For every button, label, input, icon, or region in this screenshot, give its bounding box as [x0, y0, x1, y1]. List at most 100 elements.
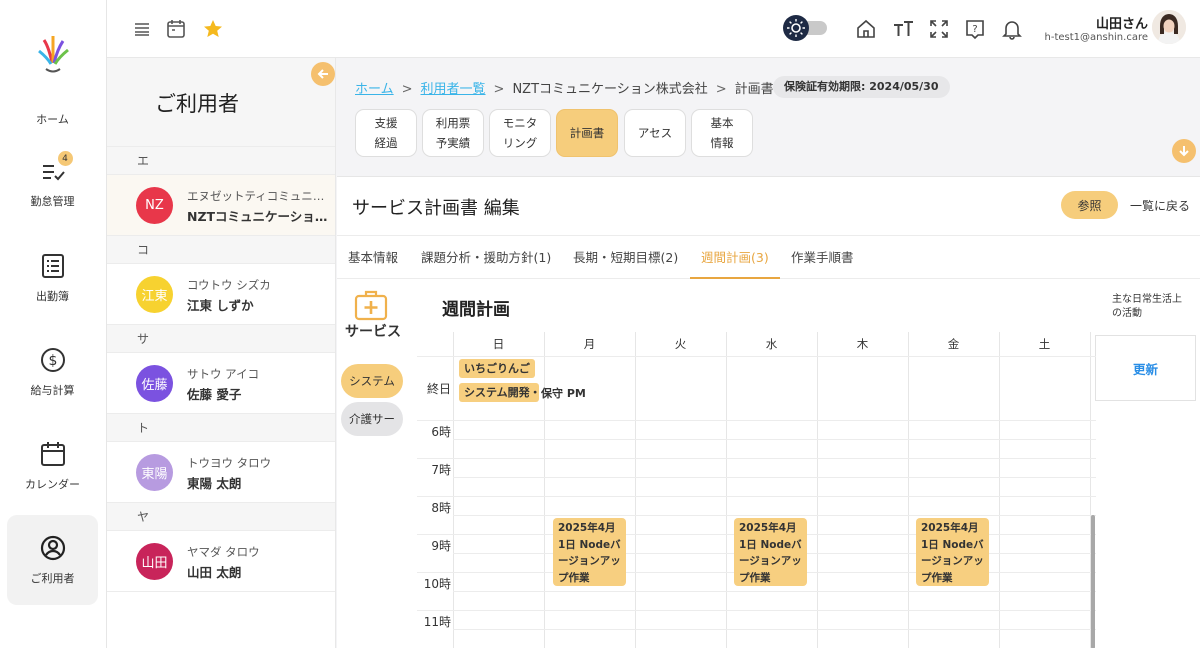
day-header: 火: [674, 337, 687, 351]
user-name: 山田さん: [1095, 17, 1148, 32]
calendar-scrollbar[interactable]: [1091, 515, 1095, 648]
grid-line: [453, 515, 1096, 516]
tab-goals[interactable]: 長期・短期目標(2): [573, 236, 678, 279]
nav-item-calendar[interactable]: カレンダー: [7, 421, 98, 511]
collapse-left-button[interactable]: [311, 62, 335, 86]
hour-label: 6時: [431, 425, 451, 439]
day-header: 金: [947, 337, 960, 351]
first-aid-kit-icon: [354, 289, 388, 321]
grid-line: [417, 356, 1096, 357]
tab-basic-info[interactable]: 基本情報: [348, 236, 398, 279]
page-title: サービス計画書 編集: [352, 198, 520, 219]
update-button[interactable]: 更新: [1095, 335, 1196, 401]
doc-tab-support-record[interactable]: 支援 経過: [355, 109, 417, 157]
plan-editor-card: サービス計画書 編集 参照 一覧に戻る 基本情報 課題分析・援助方針(1) 長期…: [337, 176, 1200, 648]
nav-item-attendance[interactable]: 4 勤怠管理: [7, 138, 98, 228]
daily-activities-label: 主な日常生活上の活動: [1112, 294, 1182, 319]
nav-item-home[interactable]: ホーム: [7, 56, 98, 146]
menu-icon[interactable]: [131, 18, 153, 40]
client-row[interactable]: NZ エヌゼットティコミュニケーション NZTコミュニケーション株式会社: [107, 175, 335, 236]
service-system-button[interactable]: システム: [341, 364, 403, 398]
home-icon[interactable]: [855, 18, 877, 40]
hour-label: 10時: [423, 577, 451, 591]
calendar-event[interactable]: 2025年4月1日 Nodeバージョンアップ作業: [916, 518, 989, 586]
doc-tab-assessment[interactable]: アセス: [624, 109, 686, 157]
tab-issue-analysis[interactable]: 課題分析・援助方針(1): [421, 236, 551, 279]
allday-label: 終日: [426, 382, 451, 396]
bell-icon[interactable]: [1001, 18, 1023, 40]
grid-line: [999, 332, 1000, 648]
help-icon[interactable]: ?: [964, 18, 986, 40]
section-header: エ: [107, 147, 335, 175]
attendance-badge: 4: [57, 151, 73, 166]
breadcrumb: ホーム > 利用者一覧 > NZTコミュニケーション株式会社 > 計画書: [355, 82, 774, 97]
nav-item-payroll[interactable]: $ 給与計算: [7, 327, 98, 417]
svg-text:?: ?: [972, 24, 977, 35]
tab-weekly-plan[interactable]: 週間計画(3): [690, 236, 780, 279]
doc-tab-monitoring[interactable]: モニタ リング: [489, 109, 551, 157]
client-kana: コウトウ シズカ: [187, 278, 271, 292]
client-row[interactable]: 東陽 トウヨウ タロウ 東陽 太朗: [107, 442, 335, 503]
arrow-down-icon: [1179, 146, 1189, 157]
arrow-left-icon: [317, 69, 328, 79]
client-name: 佐藤 愛子: [187, 387, 242, 402]
client-name: 江東 しずか: [187, 298, 254, 313]
user-email: h-test1@anshin.care: [1044, 32, 1149, 43]
grid-line: [417, 458, 1096, 459]
client-row[interactable]: 佐藤 サトウ アイコ 佐藤 愛子: [107, 353, 335, 414]
doc-tab-plan[interactable]: 計画書: [556, 109, 618, 157]
insurance-expiry-badge: 保険証有効期限: 2024/05/30: [773, 76, 950, 98]
grid-line: [453, 629, 1096, 630]
hour-label: 9時: [431, 539, 451, 553]
nav-item-label: 給与計算: [30, 384, 75, 397]
day-header: 日: [492, 337, 505, 351]
doc-tab-usage-slip[interactable]: 利用票 予実績: [422, 109, 484, 157]
breadcrumb-current: 計画書: [734, 82, 774, 97]
nav-item-roster[interactable]: 出勤簿: [7, 233, 98, 323]
nav-item-label: 勤怠管理: [30, 195, 75, 208]
client-avatar: 佐藤: [136, 365, 173, 402]
tab-work-procedure[interactable]: 作業手順書: [791, 236, 854, 279]
weekly-calendar-grid: 日 月 火 水 木 金 土 終日 6時 7時 8時 9時 10時 11時 いちご…: [417, 332, 1096, 648]
client-row[interactable]: 江東 コウトウ シズカ 江東 しずか: [107, 264, 335, 325]
scroll-down-button[interactable]: [1172, 139, 1196, 163]
left-navigation: ホーム 4 勤怠管理 出勤簿 $ 給与計算 カレンダー ご利用者: [0, 0, 107, 648]
grid-line: [453, 591, 1096, 592]
calendar-icon: [39, 440, 67, 468]
user-avatar[interactable]: [1152, 10, 1186, 44]
theme-toggle[interactable]: [783, 15, 829, 41]
calendar-icon[interactable]: [165, 18, 187, 40]
client-kana: ヤマダ タロウ: [187, 545, 260, 559]
service-care-button[interactable]: 介護サー: [341, 402, 403, 436]
checklist-icon: 4: [39, 151, 73, 185]
breadcrumb-list-link[interactable]: 利用者一覧: [421, 82, 486, 97]
calendar-event[interactable]: 2025年4月1日 Nodeバージョンアップ作業: [734, 518, 807, 586]
grid-line: [817, 332, 818, 648]
back-to-list-link[interactable]: 一覧に戻る: [1130, 197, 1190, 214]
client-kana: エヌゼットティコミュニケーション: [187, 189, 329, 203]
star-icon[interactable]: [202, 18, 224, 40]
breadcrumb-home-link[interactable]: ホーム: [355, 82, 394, 97]
client-list-panel: ご利用者 エ NZ エヌゼットティコミュニケーション NZTコミュニケーション株…: [107, 58, 336, 648]
calendar-event[interactable]: 2025年4月1日 Nodeバージョンアップ作業: [553, 518, 626, 586]
allday-event-chip[interactable]: システム開発・: [459, 383, 541, 402]
nav-item-label: ご利用者: [30, 572, 75, 585]
client-name: 山田 太朗: [187, 565, 242, 580]
reference-button[interactable]: 参照: [1061, 191, 1118, 219]
client-row[interactable]: 山田 ヤマダ タロウ 山田 太朗: [107, 531, 335, 592]
nav-item-clients[interactable]: ご利用者: [7, 515, 98, 605]
client-kana: トウヨウ タロウ: [187, 456, 272, 470]
grid-line: [908, 332, 909, 648]
fullscreen-icon[interactable]: [928, 18, 950, 40]
hour-label: 11時: [423, 615, 451, 629]
doc-tab-basic-info[interactable]: 基本 情報: [691, 109, 753, 157]
section-header: ヤ: [107, 503, 335, 531]
day-header: 水: [765, 337, 778, 351]
text-size-icon[interactable]: [892, 18, 914, 40]
client-avatar: NZ: [136, 187, 173, 224]
dollar-icon: $: [39, 346, 67, 374]
main-content: ホーム > 利用者一覧 > NZTコミュニケーション株式会社 > 計画書 保険証有効期限: …: [337, 58, 1200, 648]
weekly-plan-title: 週間計画: [442, 300, 510, 320]
allday-event-chip[interactable]: いちごりんご: [459, 359, 535, 378]
service-label: サービス: [345, 324, 401, 340]
